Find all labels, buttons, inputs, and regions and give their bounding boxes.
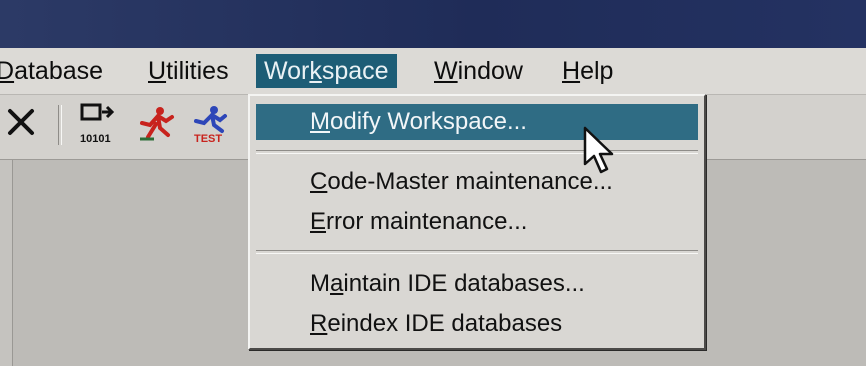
menu-bar: Database Utilities Workspace Window Help <box>0 48 866 95</box>
menu-item-maintain-ide-databases[interactable]: Maintain IDE databases... <box>256 266 698 302</box>
reindex-ide-label: Reindex IDE databases <box>310 310 563 337</box>
menu-item-error-maintenance[interactable]: Error maintenance... <box>256 204 698 240</box>
maintain-ide-label: Maintain IDE databases... <box>310 270 585 297</box>
test-run-caption: TEST <box>194 133 223 145</box>
menu-workspace[interactable]: Workspace <box>256 54 397 88</box>
test-run-button[interactable]: TEST <box>186 103 230 147</box>
menu-separator <box>256 250 698 254</box>
run-icon <box>136 103 176 148</box>
error-maintenance-label: Error maintenance... <box>310 208 528 235</box>
binary-export-caption: 10101 <box>80 133 111 145</box>
menu-item-code-master-maintenance[interactable]: Code-Master maintenance... <box>256 164 698 200</box>
menu-database[interactable]: Database <box>0 54 111 88</box>
code-master-label: Code-Master maintenance... <box>310 168 613 195</box>
menu-item-reindex-ide-databases[interactable]: Reindex IDE databases <box>256 306 698 342</box>
title-bar <box>0 0 866 48</box>
run-button[interactable] <box>134 103 178 147</box>
close-x-button[interactable] <box>0 103 44 147</box>
menu-utilities[interactable]: Utilities <box>140 54 237 88</box>
menu-database-label: Database <box>0 57 104 85</box>
menu-utilities-label: Utilities <box>148 57 229 85</box>
binary-export-button[interactable]: 10101 <box>76 103 120 147</box>
menu-window[interactable]: Window <box>426 54 531 88</box>
modify-workspace-label: Modify Workspace... <box>310 108 527 135</box>
menu-help-label: Help <box>562 57 614 85</box>
menu-workspace-label: Workspace <box>264 57 389 85</box>
menu-window-label: Window <box>434 57 523 85</box>
menu-separator <box>256 150 698 154</box>
toolbar-separator <box>58 105 62 145</box>
menu-item-modify-workspace[interactable]: Modify Workspace... <box>256 104 698 140</box>
menu-help[interactable]: Help <box>554 54 621 88</box>
workspace-dropdown-menu: Modify Workspace... Code-Master maintena… <box>248 94 706 350</box>
application-window: Database Utilities Workspace Window Help… <box>0 0 866 366</box>
close-x-icon <box>5 106 39 145</box>
mouse-pointer-icon <box>582 126 618 178</box>
